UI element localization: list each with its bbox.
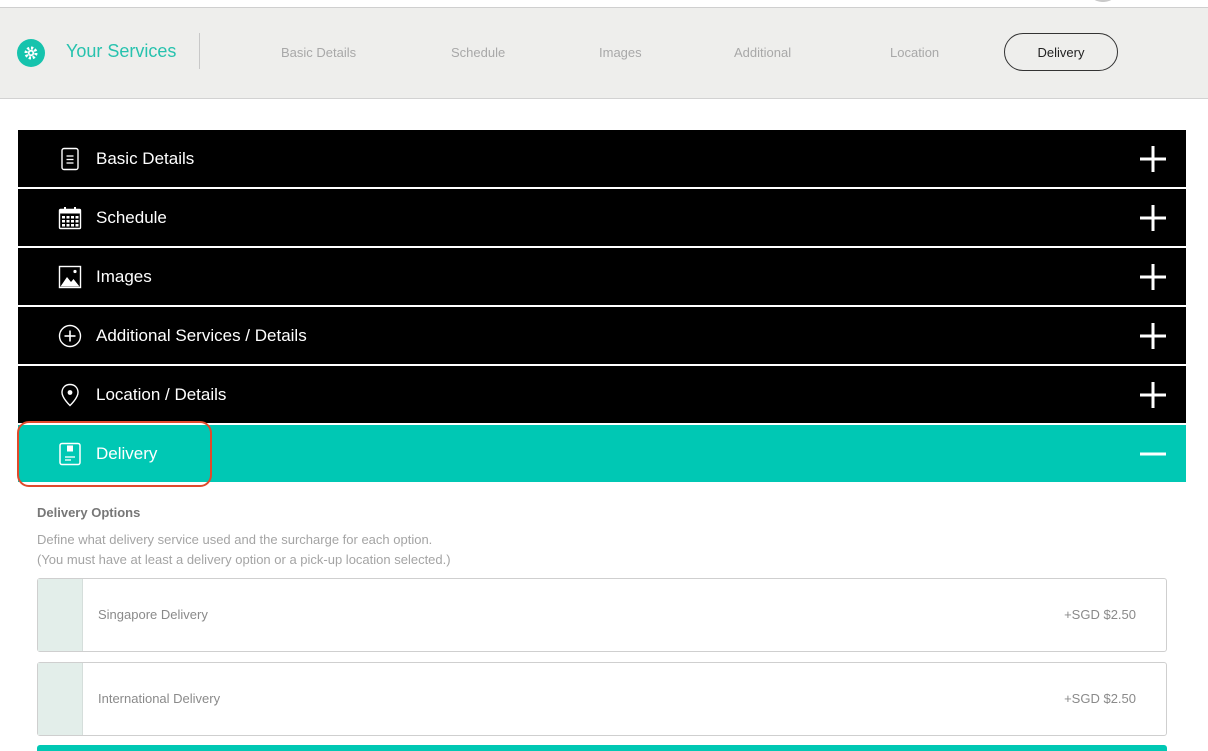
accordion-label: Basic Details: [96, 149, 195, 168]
plus-icon[interactable]: [1140, 264, 1166, 290]
option-price: +SGD $2.50: [1064, 691, 1136, 706]
step-delivery[interactable]: Delivery: [1004, 33, 1118, 71]
accordion-label: Location / Details: [96, 385, 227, 404]
minus-icon[interactable]: [1140, 441, 1166, 467]
option-price: +SGD $2.50: [1064, 607, 1136, 622]
step-nav: Basic Details Schedule Images Additional…: [0, 8, 1208, 99]
step-schedule[interactable]: Schedule: [451, 45, 505, 60]
delivery-options-title: Delivery Options: [37, 505, 141, 520]
accordion-label: Schedule: [96, 208, 167, 227]
plus-icon[interactable]: [1140, 146, 1166, 172]
accordion-additional-services[interactable]: Additional Services / Details: [18, 307, 1186, 364]
option-name: International Delivery: [98, 691, 221, 706]
location-pin-icon: [61, 383, 79, 407]
services-header: Your Services Basic Details Schedule Ima…: [0, 8, 1208, 99]
plus-icon[interactable]: [1140, 205, 1166, 231]
accordion-location[interactable]: Location / Details: [18, 366, 1186, 423]
image-icon: [58, 265, 82, 289]
delivery-options-description: Define what delivery service used and th…: [37, 530, 451, 570]
delivery-option-international[interactable]: International Delivery +SGD $2.50: [37, 662, 1167, 736]
step-location[interactable]: Location: [890, 45, 939, 60]
accordion-label: Images: [96, 267, 152, 286]
step-images[interactable]: Images: [599, 45, 642, 60]
step-basic-details[interactable]: Basic Details: [281, 45, 356, 60]
avatar-edge: [1088, 0, 1118, 2]
option-checkbox[interactable]: [38, 579, 83, 651]
next-option-edge[interactable]: [37, 745, 1167, 751]
step-additional[interactable]: Additional: [734, 45, 791, 60]
description-line: (You must have at least a delivery optio…: [37, 552, 451, 567]
document-icon: [61, 147, 79, 171]
plus-circle-icon: [58, 324, 82, 348]
option-name: Singapore Delivery: [98, 607, 208, 622]
plus-icon[interactable]: [1140, 323, 1166, 349]
description-line: Define what delivery service used and th…: [37, 532, 433, 547]
calendar-icon: [58, 207, 82, 230]
plus-icon[interactable]: [1140, 382, 1166, 408]
accordion-schedule[interactable]: Schedule: [18, 189, 1186, 246]
highlight-annotation: [17, 421, 212, 487]
accordion-images[interactable]: Images: [18, 248, 1186, 305]
option-checkbox[interactable]: [38, 663, 83, 735]
delivery-option-singapore[interactable]: Singapore Delivery +SGD $2.50: [37, 578, 1167, 652]
accordion-label: Additional Services / Details: [96, 326, 307, 345]
accordion-basic-details[interactable]: Basic Details: [18, 130, 1186, 187]
top-strip: [0, 0, 1208, 8]
